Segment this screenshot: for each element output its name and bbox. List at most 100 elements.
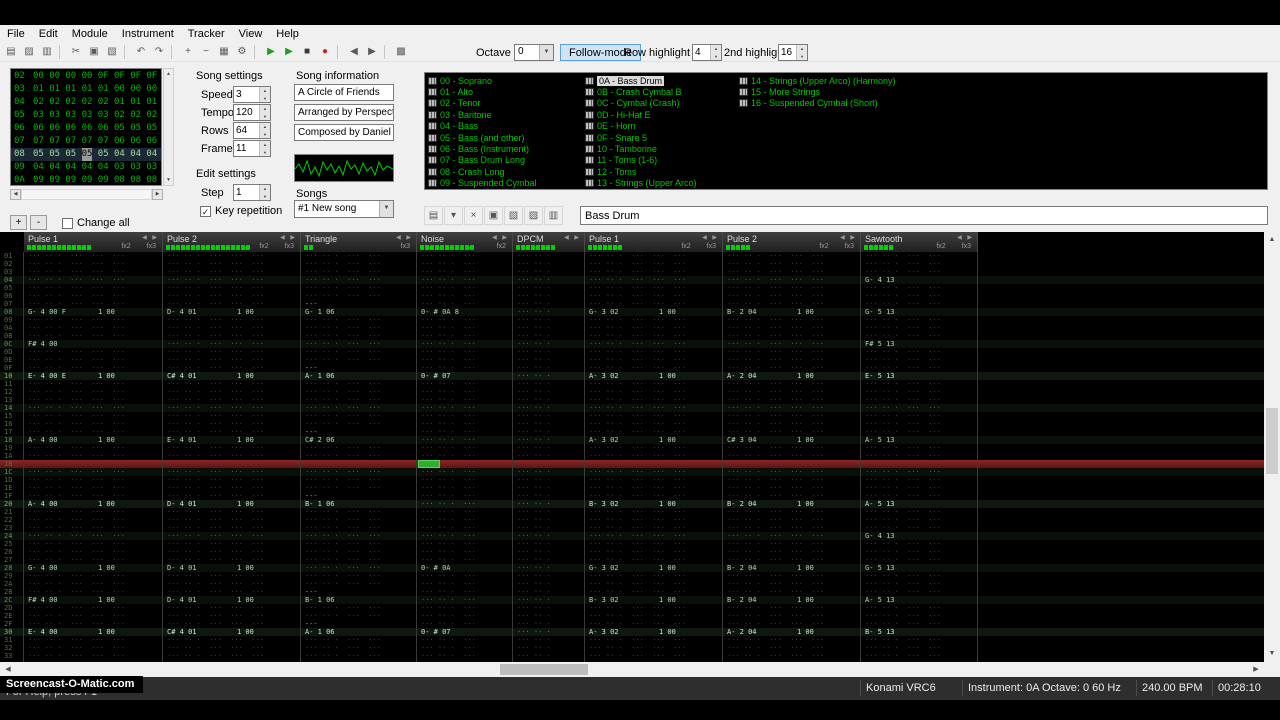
empty-cell[interactable]: ··· ·· ·	[517, 572, 551, 580]
empty-cell[interactable]: ··· ·· · ··· ··· ···	[727, 388, 824, 396]
empty-cell[interactable]: ··· ·· · ···	[421, 500, 476, 508]
frame-cell[interactable]: 04	[33, 161, 44, 174]
frame-cell[interactable]: 05	[146, 122, 157, 135]
frame-cell[interactable]: 01	[130, 96, 141, 109]
scroll-down-icon[interactable]: ▼	[164, 175, 173, 185]
empty-cell[interactable]: ··· ·· · ···	[421, 292, 476, 300]
empty-cell[interactable]: ··· ·· · ··· ··· ···	[167, 396, 264, 404]
empty-cell[interactable]: ··· ·· · ···	[421, 420, 476, 428]
empty-cell[interactable]: ··· ·· · ··· ···	[305, 316, 381, 324]
pattern-row[interactable]: 23 ··· ·· · ··· ··· ··· ··· ·· · ··· ··· ·…	[0, 524, 1264, 532]
empty-cell[interactable]: ··· ·· · ··· ···	[305, 556, 381, 564]
empty-cell[interactable]: ··· ·· · ··· ··· ···	[28, 548, 125, 556]
scroll-down-icon[interactable]: ▼	[1264, 646, 1280, 662]
instrument-name-field[interactable]	[580, 206, 1268, 225]
empty-cell[interactable]: ··· ·· · ··· ··· ···	[727, 420, 824, 428]
note-cell[interactable]: G- 1 06	[305, 308, 335, 316]
save-instrument-button[interactable]: ▥	[544, 206, 563, 225]
note-cell[interactable]: B- 1 06	[305, 500, 335, 508]
instrument-item[interactable]: 04 - Bass	[428, 121, 478, 132]
empty-cell[interactable]: ··· ·· · ··· ··· ···	[167, 412, 264, 420]
frame-cell[interactable]: 03	[114, 161, 125, 174]
pattern-row[interactable]: 06 ··· ·· · ··· ··· ··· ··· ·· · ··· ··· ·…	[0, 292, 1264, 300]
frame-cell[interactable]: 00	[65, 70, 76, 83]
empty-cell[interactable]: ··· ·· · ··· ··· ···	[167, 364, 264, 372]
empty-cell[interactable]: ··· ·· ·	[517, 596, 551, 604]
empty-cell[interactable]: ··· ·· · ··· ···	[865, 548, 941, 556]
effect-cell[interactable]: 1 00	[237, 372, 254, 380]
pattern-row[interactable]: 24 ··· ·· · ··· ··· ··· ··· ·· · ··· ··· ·…	[0, 532, 1264, 540]
note-cell[interactable]: C# 4 01	[167, 628, 197, 636]
pattern-row[interactable]: 29 ··· ·· · ··· ··· ··· ··· ·· · ··· ··· ·…	[0, 572, 1264, 580]
effect-column-arrows[interactable]: ◀ ▶	[142, 234, 159, 241]
empty-cell[interactable]: ··· ·· · ··· ··· ···	[167, 260, 264, 268]
note-cell[interactable]: C# 2 06	[305, 436, 335, 444]
channel-header-7-sawtooth[interactable]: Sawtooth ◀ ▶ fx2 fx3	[861, 232, 978, 252]
effect-cell[interactable]: 1 00	[98, 308, 115, 316]
menu-item-help[interactable]: Help	[269, 27, 306, 41]
empty-cell[interactable]: ··· ·· · ··· ··· ···	[727, 300, 824, 308]
frame-horizontal-scrollbar[interactable]	[21, 189, 152, 200]
frame-cell[interactable]: 02	[65, 96, 76, 109]
empty-cell[interactable]: ··· ·· ·	[517, 628, 551, 636]
empty-cell[interactable]: ··· ·· · ··· ··· ···	[167, 476, 264, 484]
frame-cell[interactable]: 05	[98, 148, 109, 161]
empty-cell[interactable]: ··· ·· · ··· ··· ···	[727, 348, 824, 356]
note-cell[interactable]: G- 3 02	[589, 308, 619, 316]
empty-cell[interactable]: ··· ·· · ··· ··· ···	[167, 508, 264, 516]
empty-cell[interactable]: ··· ·· · ··· ··· ···	[167, 452, 264, 460]
effect-column-arrows[interactable]: ◀ ▶	[280, 234, 297, 241]
paste-button[interactable]: ▧	[103, 43, 121, 61]
empty-cell[interactable]: ··· ·· · ··· ··· ···	[727, 644, 824, 652]
empty-cell[interactable]: ··· ·· · ··· ···	[305, 572, 381, 580]
instrument-item[interactable]: 15 - More Strings	[739, 86, 820, 97]
empty-cell[interactable]: ··· ·· · ··· ··· ···	[589, 524, 686, 532]
empty-cell[interactable]: ··· ·· ·	[517, 380, 551, 388]
empty-cell[interactable]: ··· ·· · ··· ···	[865, 404, 941, 412]
effect-cell[interactable]: 1 00	[659, 596, 676, 604]
empty-cell[interactable]: ··· ·· · ··· ··· ···	[727, 284, 824, 292]
empty-cell[interactable]: ··· ·· ·	[517, 476, 551, 484]
pattern-row[interactable]: 31 ··· ·· · ··· ··· ··· ··· ·· · ··· ··· ·…	[0, 636, 1264, 644]
empty-cell[interactable]: ··· ·· · ··· ··· ···	[727, 332, 824, 340]
empty-cell[interactable]: ··· ·· ·	[517, 332, 551, 340]
frame-cell[interactable]: 05	[130, 122, 141, 135]
empty-cell[interactable]: ··· ·· · ··· ···	[865, 428, 941, 436]
empty-cell[interactable]: ··· ·· · ···	[421, 620, 476, 628]
note-cell[interactable]: A- 4 00	[28, 500, 58, 508]
empty-cell[interactable]: ··· ·· ·	[517, 484, 551, 492]
empty-cell[interactable]: ··· ·· · ··· ···	[305, 564, 381, 572]
instrument-item[interactable]: 03 - Baritone	[428, 109, 492, 120]
frame-cell[interactable]: 01	[146, 96, 157, 109]
frame-cell[interactable]: 04	[146, 148, 157, 161]
empty-cell[interactable]: ··· ·· · ··· ···	[305, 356, 381, 364]
empty-cell[interactable]: ··· ·· · ··· ··· ···	[589, 324, 686, 332]
frame-cell[interactable]: 00	[146, 83, 157, 96]
frame-cell[interactable]: 0F	[130, 70, 141, 83]
pattern-row[interactable]: 1E ··· ·· · ··· ··· ··· ··· ·· · ··· ··· ·…	[0, 484, 1264, 492]
empty-cell[interactable]: ··· ·· ·	[517, 348, 551, 356]
empty-cell[interactable]: ··· ·· ·	[517, 340, 551, 348]
empty-cell[interactable]: ··· ·· ·	[517, 412, 551, 420]
effect-cell[interactable]: 1 00	[98, 564, 115, 572]
empty-cell[interactable]: ··· ·· · ··· ··· ···	[727, 620, 824, 628]
frame-cell[interactable]: 06	[98, 122, 109, 135]
add-frame-button[interactable]: +	[179, 43, 197, 61]
empty-cell[interactable]: ··· ·· · ··· ···	[865, 604, 941, 612]
pattern-row[interactable]: 27 ··· ·· · ··· ··· ··· ··· ·· · ··· ··· ·…	[0, 556, 1264, 564]
frame-cell[interactable]: 08	[146, 174, 157, 185]
empty-cell[interactable]: ··· ·· · ··· ··· ···	[589, 380, 686, 388]
note-cell[interactable]: C# 4 01	[167, 372, 197, 380]
pattern-row[interactable]: 10 E- 4 00 E 1 00 C# 4 01 1 00 A- 1 06 0- # 07…	[0, 372, 1264, 380]
frame-cell[interactable]: 03	[130, 161, 141, 174]
empty-cell[interactable]: ··· ·· · ··· ··· ···	[727, 612, 824, 620]
empty-cell[interactable]: ··· ·· · ··· ···	[865, 252, 941, 260]
pattern-row[interactable]: 33 ··· ·· · ··· ··· ··· ··· ·· · ··· ··· ·…	[0, 652, 1264, 660]
empty-cell[interactable]: ··· ·· · ··· ··· ···	[167, 388, 264, 396]
spin-down-icon[interactable]: ▼	[260, 192, 270, 200]
note-cell[interactable]: B- 2 04	[727, 308, 757, 316]
empty-cell[interactable]: ··· ·· ·	[517, 620, 551, 628]
cut-button[interactable]: ✂	[67, 43, 85, 61]
empty-cell[interactable]: ··· ·· · ··· ··· ···	[589, 292, 686, 300]
new-instrument-menu-button[interactable]: ▾	[444, 206, 463, 225]
